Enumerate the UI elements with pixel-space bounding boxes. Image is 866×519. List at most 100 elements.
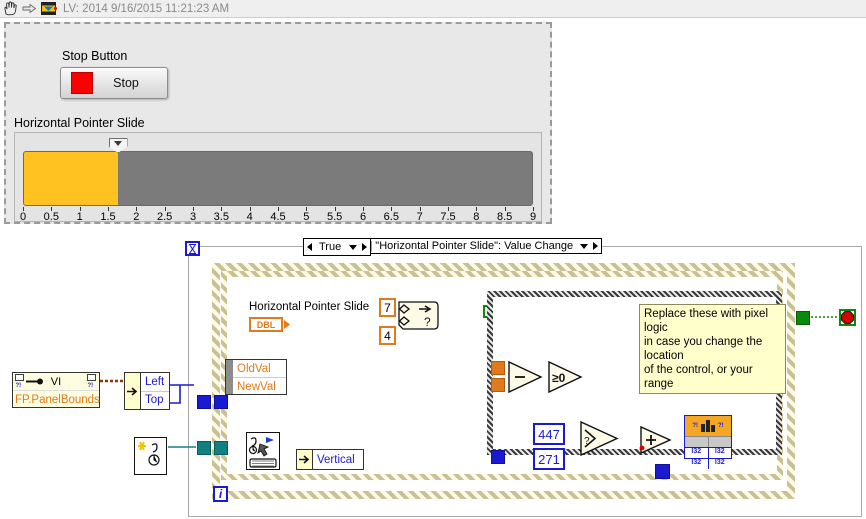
slider-scale: 0 0.5 1 1.5 2 2.5 3 3.5 4 4.5 5 5.5 6 6.5 7 7.5 8 8.5 9 [19,207,537,223]
slider-tick-label: 2.5 [157,211,173,223]
cursor-position-icon[interactable] [246,432,280,470]
slider-tick-label: 8 [473,211,480,223]
stop-button-led [71,72,93,94]
cursor-type-1: I32 [685,447,709,458]
tunnel-newval [491,378,505,392]
cursor-type-2: I32 [708,447,731,458]
title-bar: LV: 2014 9/16/2015 11:21:23 AM [0,0,866,18]
unbundle-panel-bounds[interactable]: Left Top [124,372,170,410]
stop-button-label: Stop Button [62,49,128,63]
slider-thumb-arrow-icon [114,141,122,146]
right-arrow-icon [22,3,37,14]
svg-text:?: ? [584,436,590,447]
svg-text:≥0: ≥0 [552,371,566,385]
comment-line-2: in case you change the location [644,336,763,362]
greater-than-zero-icon[interactable]: ≥0 [547,360,585,394]
prev-case-icon[interactable] [307,243,312,251]
vi-property-node[interactable]: ?! VI ?! FP.PanelBounds [12,372,100,408]
slider-tick-label: 0 [19,211,27,223]
slider-fill [24,152,118,205]
slider-tick-label: 7.5 [440,211,456,223]
case-selector[interactable]: True [303,238,372,256]
event-data-newval: NewVal [237,380,276,393]
event-case-selector[interactable]: [1] "Horizontal Pointer Slide": Value Ch… [345,238,603,254]
property-node-header: ?! VI ?! [13,373,99,390]
slider-tick-label: 7 [416,211,423,223]
chevron-down-icon[interactable] [349,244,358,250]
slider-track[interactable] [23,151,533,206]
front-panel-pane: Stop Button Stop Horizontal Pointer Slid… [4,22,552,224]
tunnel-left-coord [491,450,505,464]
property-node-property[interactable]: FP.PanelBounds [13,390,100,408]
loop-tunnel-left [197,395,211,409]
slider-tick-label: 6.5 [383,211,399,223]
in-range-and-coerce-icon[interactable]: ? [397,299,439,332]
event-data-oldval: OldVal [233,360,286,378]
svg-text:?!: ?! [88,383,94,389]
slider-tick-label: 4.5 [270,211,286,223]
unbundle-field-vertical: Vertical [317,453,355,466]
vi-refnum-icon: ?! [15,374,24,389]
event-data-node: OldVal NewVal [225,359,287,395]
loop-tunnel-stop [796,311,810,325]
unbundle-arrow-icon [297,450,313,469]
event-tunnel-left [214,395,228,409]
slider-tick-label: 3 [189,211,197,223]
unbundle-field-left: Left [141,373,169,392]
dbl-control-terminal[interactable]: DBL [249,317,283,332]
slider-label: Horizontal Pointer Slide [14,116,145,130]
next-case-icon[interactable] [362,243,368,251]
slider-tick-label: 0.5 [43,211,59,223]
svg-text:?: ? [424,315,431,329]
wire-stub-icon [26,378,43,385]
horizontal-pointer-slide[interactable]: 0 0.5 1 1.5 2 2.5 3 3.5 4 4.5 5 5.5 6 6.5 7 7.5 8 8.5 9 [14,132,542,223]
cursor-type-3: I32 [685,458,709,469]
hourglass-icon [185,241,200,256]
control-terminal-label: Horizontal Pointer Slide [249,301,370,313]
stop-button[interactable]: Stop [60,67,168,99]
unbundle-field-top: Top [145,394,164,407]
tunnel-oldval [491,361,505,375]
loop-iteration-terminal: i [213,486,228,502]
select-icon[interactable]: ? [579,420,621,457]
labview-vi-icon [41,2,57,15]
cursor-type-4: I32 [708,458,731,469]
slider-tick-label: 2 [133,211,140,223]
slider-tick-label: 1.5 [100,211,116,223]
chevron-down-icon[interactable] [580,243,589,249]
constant-upper-bound[interactable]: 7 [379,298,396,317]
slider-tick-label: 5 [303,211,310,223]
constant-lower-bound[interactable]: 4 [379,326,396,345]
unbundle-cursor-position[interactable]: Vertical [296,449,364,470]
property-node-object: VI [50,375,62,388]
stop-button-terminal[interactable] [839,309,856,326]
terminal-arrow-icon [284,320,290,329]
event-case-label: [1] "Horizontal Pointer Slide": Value Ch… [360,240,574,252]
slider-tick-label: 3.5 [213,211,229,223]
hand-cursor-icon [4,1,17,16]
stop-button-caption: Stop [113,76,139,90]
subtract-icon[interactable] [507,360,545,394]
comment-line-3: of the control, or your range [644,364,753,390]
constant-y-271[interactable]: 271 [533,448,565,470]
unbundle-arrow-icon [125,373,141,409]
slider-tick-label: 1 [76,211,83,223]
slider-tick-label: 9 [529,211,537,223]
diagram-comment[interactable]: Replace these with pixel logic in case y… [639,304,786,394]
add-icon[interactable] [639,425,673,455]
cursor-icon-node[interactable] [134,437,167,475]
vi-refnum-out-icon: ?! [87,374,96,389]
comment-line-1: Replace these with pixel logic [644,308,769,334]
constant-x-447[interactable]: 447 [533,423,565,445]
next-case-icon[interactable] [593,242,599,250]
svg-text:?!: ?! [16,383,22,389]
tunnel-cursor-out [655,464,670,479]
block-diagram-pane: i [1] "Horizontal Pointer Slide": Value … [185,238,862,517]
slider-tick-label: 6 [359,211,367,223]
slider-tick-label: 4 [246,211,253,223]
slider-tick-label: 8.5 [497,211,513,223]
case-selector-label: True [319,241,342,253]
window-title: LV: 2014 9/16/2015 11:21:23 AM [63,2,230,15]
set-cursor-position-icon[interactable]: ?! ?! I32 I32 I32 I32 [684,415,732,469]
slider-tick-label: 5.5 [327,211,343,223]
